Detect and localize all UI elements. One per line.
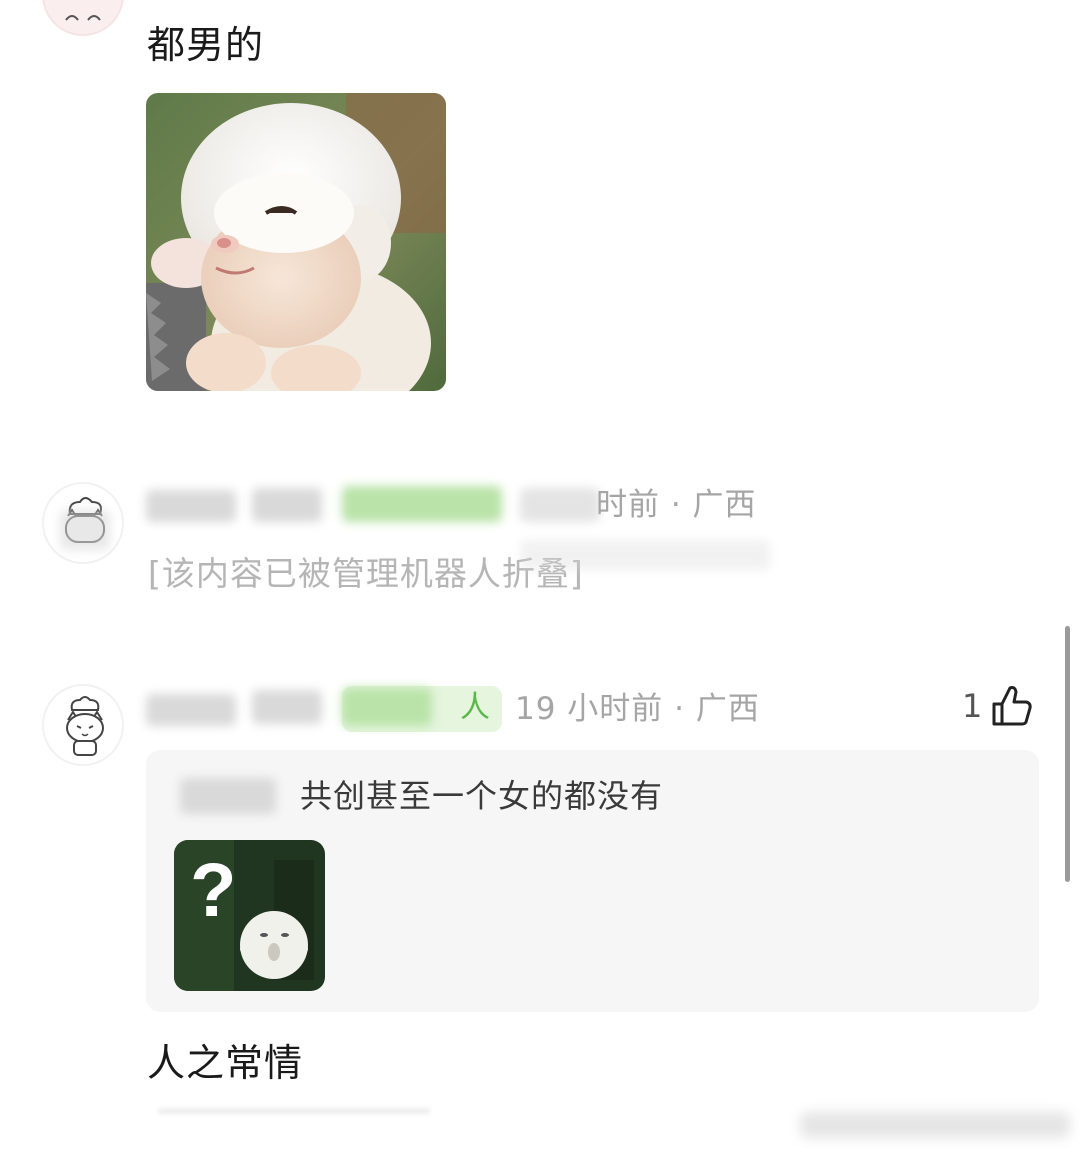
question-ghost-image[interactable]: ? [174,840,325,991]
thumbs-up-icon [992,686,1033,726]
question-ghost-icon: ? [174,840,325,991]
avatar-top[interactable] [42,0,124,36]
username-blurred [146,694,236,726]
avatar-overlay-blurred [60,510,110,550]
user-tag-label: 人 [460,690,490,725]
time-blurred [520,488,600,522]
like-button[interactable]: 1 [962,684,1034,728]
scrollbar[interactable] [1065,626,1070,882]
comment-text: 都男的 [147,23,265,67]
sheep-photo-icon [146,93,446,391]
comment-meta: 时前 · 广西 [596,487,757,523]
username-blurred [252,690,322,724]
reply-text: 人之常情 [147,1041,304,1085]
comment-meta: 19 小时前 · 广西 [515,691,760,727]
user-tag-blurred [342,486,502,522]
cat-chef-avatar-icon [66,696,104,756]
folded-notice[interactable]: [该内容已被管理机器人折叠] [148,557,584,590]
sheep-image[interactable] [146,93,446,391]
username-blurred [252,488,322,522]
quoted-reply-text: 共创甚至一个女的都没有 [300,777,664,815]
bottom-watermark-blurred [800,1112,1070,1138]
avatar-reply-user[interactable] [42,684,124,766]
quoted-username-blurred [180,778,276,814]
username-blurred [146,490,236,522]
cat-avatar-icon [65,15,101,21]
folded-overlay [520,540,770,570]
user-tag-blurred [342,688,432,726]
divider [158,1108,430,1114]
svg-text:?: ? [190,848,236,933]
like-count: 1 [962,687,983,725]
